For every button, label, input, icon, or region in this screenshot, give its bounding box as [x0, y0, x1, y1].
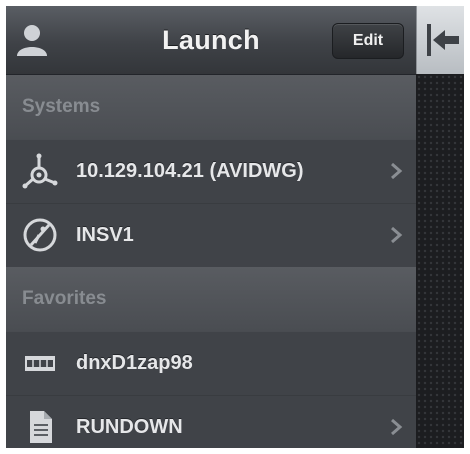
edit-button[interactable]: Edit	[332, 23, 404, 59]
chevron-right-icon	[386, 161, 406, 181]
back-button[interactable]	[416, 6, 464, 74]
favorite-row[interactable]: RUNDOWN	[6, 395, 416, 448]
chevron-right-icon	[386, 417, 406, 437]
section-header-systems: Systems	[6, 75, 416, 139]
system-row[interactable]: 10.129.104.21 (AVIDWG)	[6, 139, 416, 204]
nav-bar: Launch Edit	[6, 6, 416, 75]
section-header-favorites: Favorites	[6, 267, 416, 331]
favorite-row[interactable]: dnxD1zap98	[6, 331, 416, 396]
favorite-label: dnxD1zap98	[76, 352, 193, 374]
system-label: 10.129.104.21 (AVIDWG)	[76, 160, 304, 182]
background-panel	[416, 74, 464, 448]
system-label: INSV1	[76, 224, 134, 246]
system-row[interactable]: INSV1	[6, 203, 416, 268]
network-system-icon	[22, 153, 58, 189]
chevron-right-icon	[386, 225, 406, 245]
favorite-label: RUNDOWN	[76, 416, 183, 438]
user-icon[interactable]	[12, 20, 52, 60]
clip-icon	[22, 345, 58, 381]
launch-menu: Systems 10.129.104.21 (AVIDWG) INSV1 Fav…	[6, 75, 416, 448]
interplay-icon	[22, 217, 58, 253]
app-window: Launch Edit Systems 10.129.104.21 (AVIDW…	[6, 6, 464, 448]
page-title: Launch	[162, 25, 260, 55]
document-icon	[22, 409, 58, 445]
